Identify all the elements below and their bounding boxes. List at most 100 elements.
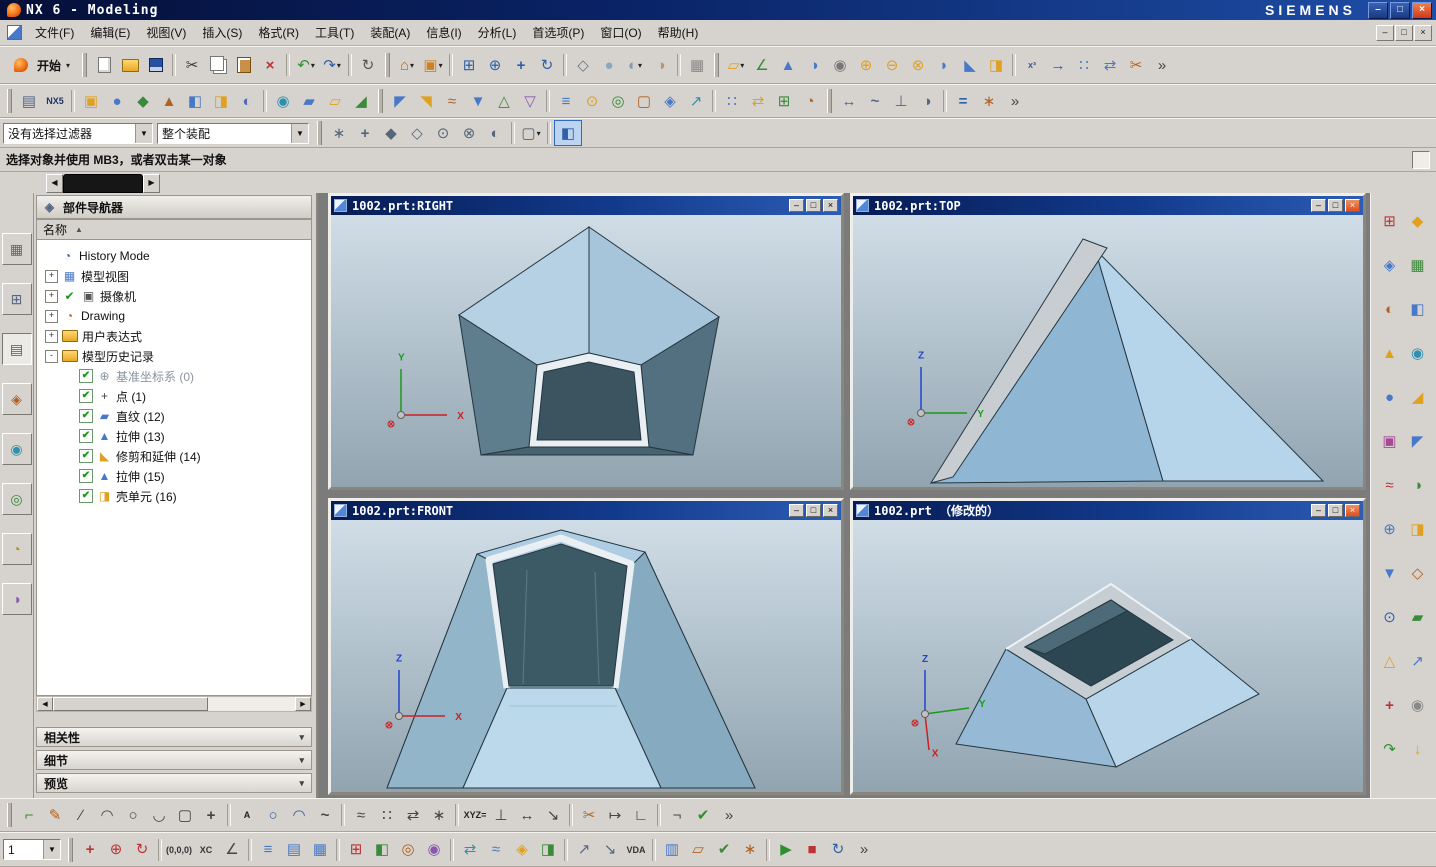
- studio-render-icon[interactable]: ◐ ▾: [622, 53, 648, 77]
- snap-center-icon[interactable]: ⊙: [430, 121, 456, 145]
- datum-csys-icon[interactable]: ▣: [78, 89, 104, 113]
- cylinder-icon[interactable]: ◆: [130, 89, 156, 113]
- viewport-close-button[interactable]: ×: [823, 199, 838, 212]
- tree-row-point-feature-icon[interactable]: ✔ + 点 (1): [37, 386, 311, 406]
- pull-down-icon[interactable]: ▼: [1377, 561, 1403, 585]
- wcs-origin-icon[interactable]: ⊕: [103, 838, 129, 862]
- show-hide-icon[interactable]: ◎: [395, 838, 421, 862]
- undo-icon[interactable]: ↶ ▾: [293, 53, 319, 77]
- chevron-down-icon[interactable]: ▾: [311, 61, 315, 70]
- wcs-rotate-icon[interactable]: ↻: [129, 838, 155, 862]
- scroll-left-arrow[interactable]: ◀: [37, 697, 53, 711]
- mesh-surface-icon[interactable]: ▦: [1405, 253, 1431, 277]
- feature-checkbox[interactable]: ✔: [79, 389, 93, 403]
- half-shade-icon[interactable]: ◑: [1405, 473, 1431, 497]
- through-curves-icon[interactable]: ◉: [270, 89, 296, 113]
- snap-view-icon[interactable]: ⊞: [1377, 209, 1403, 233]
- bottom1-overflow-icon[interactable]: »: [716, 803, 742, 827]
- drop-icon[interactable]: ↓: [1405, 737, 1431, 761]
- part-navigator-icon[interactable]: ▤: [1, 333, 32, 365]
- snap-end-icon[interactable]: ◆: [378, 121, 404, 145]
- snap-quadrant-icon[interactable]: ◐: [482, 121, 508, 145]
- trim-curve-icon[interactable]: ✂: [576, 803, 602, 827]
- measure-icon[interactable]: ↔: [836, 89, 862, 113]
- tree-row-extrude-feature-icon[interactable]: ✔ ▲ 拉伸 (13): [37, 426, 311, 446]
- part-cleanup-icon[interactable]: ∗: [737, 838, 763, 862]
- viewport-minimize-button[interactable]: –: [1311, 504, 1326, 517]
- boundary-icon[interactable]: ▱: [685, 838, 711, 862]
- menu-i[interactable]: 信息(I): [418, 21, 469, 44]
- chevron-down-icon[interactable]: ▾: [410, 61, 414, 70]
- target-icon[interactable]: ⊙: [1377, 605, 1403, 629]
- fillet-icon[interactable]: ◡: [146, 803, 172, 827]
- roles-icon[interactable]: ◑: [1, 583, 32, 615]
- feature-checkbox[interactable]: ✔: [79, 409, 93, 423]
- viewport-close-button[interactable]: ×: [1345, 504, 1360, 517]
- feature-checkbox[interactable]: ✔: [79, 429, 93, 443]
- intersect-icon[interactable]: ⊗: [905, 53, 931, 77]
- xc-axis-icon[interactable]: XC: [193, 838, 219, 862]
- ball-icon[interactable]: ●: [1377, 385, 1403, 409]
- assembly-navigator-icon[interactable]: ▦: [1, 233, 32, 265]
- selection-filter-combo[interactable]: 没有选择过滤器 ▼: [3, 122, 153, 144]
- menu-p[interactable]: 首选项(P): [524, 21, 592, 44]
- child-close-button[interactable]: ×: [1414, 24, 1432, 41]
- viewport-canvas-iso[interactable]: Z Y X: [853, 520, 1363, 792]
- sphere-icon[interactable]: ●: [104, 89, 130, 113]
- promote-icon[interactable]: ⊞: [771, 89, 797, 113]
- fillet-surface-icon[interactable]: ◤: [1405, 429, 1431, 453]
- start-menu-button[interactable]: 开始 ▾: [3, 55, 76, 76]
- bottom2-overflow-icon[interactable]: »: [851, 838, 877, 862]
- immediate-hide-icon[interactable]: ◉: [421, 838, 447, 862]
- collapse-icon[interactable]: -: [45, 349, 58, 363]
- chevron-down-icon[interactable]: ▾: [740, 61, 744, 70]
- history-palette-icon[interactable]: ◔: [1, 533, 32, 565]
- viewport-restore-button[interactable]: □: [1328, 504, 1343, 517]
- xyz-icon[interactable]: XYZ=: [462, 803, 488, 827]
- toolbar-grip[interactable]: [7, 89, 12, 113]
- wave-icon[interactable]: ≈: [1377, 473, 1403, 497]
- emboss-icon[interactable]: ◎: [605, 89, 631, 113]
- menu-o[interactable]: 窗口(O): [592, 21, 649, 44]
- reflect-icon[interactable]: ◑: [914, 89, 940, 113]
- repeat-command-icon[interactable]: ↻: [355, 53, 381, 77]
- rotate-view-icon[interactable]: ↻: [534, 53, 560, 77]
- thicken-icon[interactable]: ◥: [413, 89, 439, 113]
- extrude-icon[interactable]: ▲: [775, 53, 801, 77]
- chamfer-icon[interactable]: ◣: [957, 53, 983, 77]
- divide-face-icon[interactable]: ▽: [517, 89, 543, 113]
- name-column-header[interactable]: 名称 ▲: [36, 219, 312, 240]
- block-icon[interactable]: ◧: [182, 89, 208, 113]
- deviation-icon[interactable]: ⊥: [888, 89, 914, 113]
- intersection-point-icon[interactable]: ∗: [426, 803, 452, 827]
- plus-surface-icon[interactable]: +: [1377, 693, 1403, 717]
- point-icon[interactable]: +: [198, 803, 224, 827]
- snap-mid-icon[interactable]: ◇: [404, 121, 430, 145]
- offset-curve-icon[interactable]: ≈: [348, 803, 374, 827]
- expand-icon[interactable]: +: [45, 289, 58, 303]
- profile-icon[interactable]: ⌐: [16, 803, 42, 827]
- selection-rect-icon[interactable]: ▢ ▾: [518, 121, 544, 145]
- studio-surface-icon[interactable]: ▲: [1377, 341, 1403, 365]
- viewport-restore-button[interactable]: □: [806, 504, 821, 517]
- pattern-icon[interactable]: ∷: [1071, 53, 1097, 77]
- scroll-right-arrow[interactable]: ▶: [295, 697, 311, 711]
- redo-icon[interactable]: ↷ ▾: [319, 53, 345, 77]
- boolean-surface-icon[interactable]: ⊕: [1377, 517, 1403, 541]
- tree-row-ruled-feature-icon[interactable]: ✔ ▰ 直纹 (12): [37, 406, 311, 426]
- x-form-icon[interactable]: ◐: [1377, 297, 1403, 321]
- sort-ascending-icon[interactable]: ▲: [75, 225, 83, 234]
- edge-blend-icon[interactable]: ◗: [931, 53, 957, 77]
- title-bar[interactable]: NX 6 - Modeling SIEMENS – □ ×: [0, 0, 1436, 20]
- chevron-down-icon[interactable]: ▾: [439, 61, 443, 70]
- web-browser-icon[interactable]: ◎: [1, 483, 32, 515]
- tree-row-clock-icon[interactable]: ◔ History Mode: [37, 246, 311, 266]
- text-icon[interactable]: A: [234, 803, 260, 827]
- csys-dialog-icon[interactable]: ∠: [219, 838, 245, 862]
- cone-icon[interactable]: ▲: [156, 89, 182, 113]
- dot-surface-icon[interactable]: ◉: [1405, 693, 1431, 717]
- layer-settings-icon[interactable]: ≡: [255, 838, 281, 862]
- shell-surface-icon[interactable]: ◨: [1405, 517, 1431, 541]
- boss-icon[interactable]: ◨: [208, 89, 234, 113]
- menu-s[interactable]: 插入(S): [194, 21, 250, 44]
